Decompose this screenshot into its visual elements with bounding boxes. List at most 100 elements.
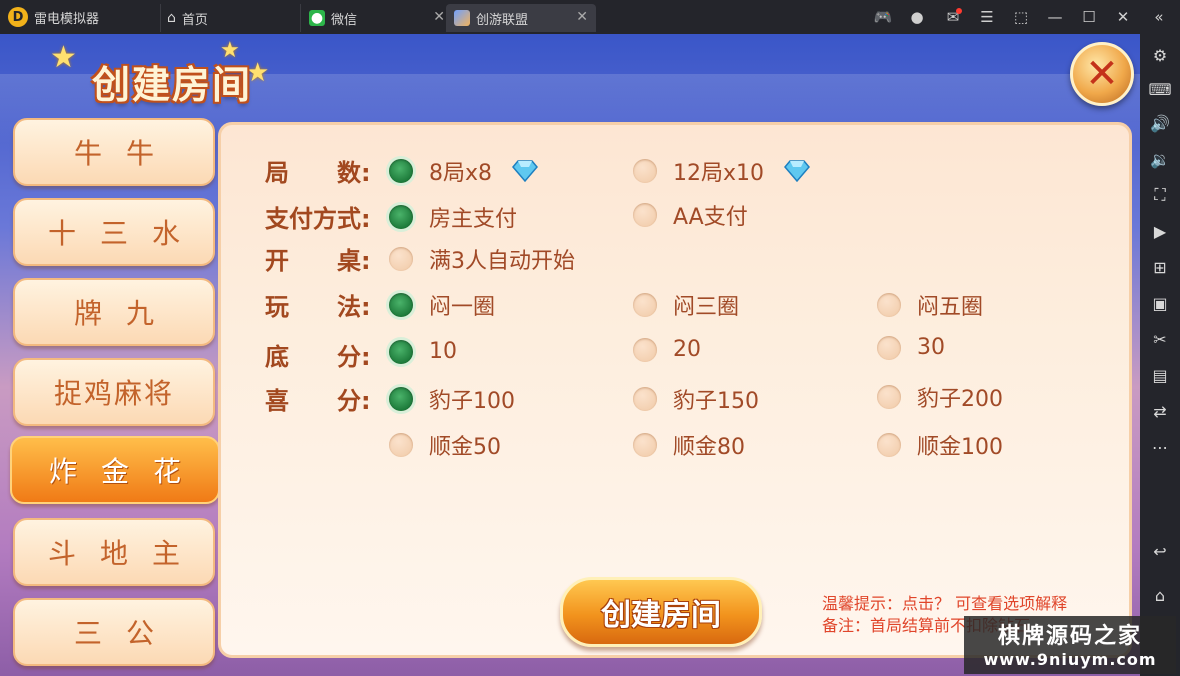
- option-baozi-200[interactable]: 豹子200: [877, 381, 1003, 413]
- radio-unselected: [633, 203, 657, 227]
- radio-unselected: [877, 433, 901, 457]
- emulator-sidebar: ⚙ ⌨ 🔊 🔉 ⛶ ▶ ⊞ ▣ ✂ ▤ ⇄ ⋯ ↩ ⌂: [1140, 34, 1180, 676]
- option-label: 顺金100: [917, 435, 1003, 460]
- multi-instance-icon[interactable]: ⊞: [1140, 250, 1180, 284]
- option-shunjin-80[interactable]: 顺金80: [633, 429, 745, 461]
- hint-text: 温馨提示：点击？ 可查看选项解释: [822, 594, 1068, 613]
- option-auto-start[interactable]: 满3人自动开始: [389, 243, 575, 275]
- account-icon[interactable]: ●: [900, 0, 934, 34]
- option-label: 豹子100: [429, 389, 515, 414]
- diamond-icon: [784, 160, 810, 182]
- tab-wechat[interactable]: ● 微信 ✕: [300, 4, 453, 32]
- wechat-icon: ●: [309, 10, 325, 26]
- volume-down-icon[interactable]: 🔉: [1140, 142, 1180, 176]
- category-sangong[interactable]: 三公: [13, 598, 215, 666]
- option-baozi-100[interactable]: 豹子100: [389, 383, 515, 415]
- radio-selected: [389, 339, 413, 364]
- fullscreen-icon[interactable]: ⛶: [1140, 178, 1180, 212]
- radio-selected: [389, 293, 413, 317]
- category-zhajinhua[interactable]: 炸金花: [10, 436, 232, 504]
- close-tab-icon[interactable]: ✕: [433, 9, 445, 25]
- category-label: 捉鸡麻将: [53, 377, 174, 410]
- option-label: 豹子200: [917, 387, 1003, 412]
- close-x-icon: ✕: [1085, 51, 1119, 97]
- radio-unselected: [877, 293, 901, 317]
- category-zhuoji-mahjong[interactable]: 捉鸡麻将: [13, 358, 215, 426]
- scissors-icon[interactable]: ✂: [1140, 322, 1180, 356]
- category-label: 斗地主: [47, 537, 204, 570]
- option-label: 8局x8: [429, 161, 493, 186]
- radio-unselected: [389, 433, 413, 457]
- option-baozi-150[interactable]: 豹子150: [633, 383, 759, 415]
- game-screen: ★ ★ ★ ★ 创建房间 ✕ 牛牛 十三水 牌九 捉鸡麻将 炸金花 斗地主 三公…: [0, 34, 1140, 676]
- category-niuniu[interactable]: 牛牛: [13, 118, 215, 186]
- tab-wechat-label: 微信: [331, 12, 358, 28]
- mail-icon[interactable]: ✉: [936, 0, 970, 34]
- option-payment-aa[interactable]: AA支付: [633, 199, 748, 231]
- option-label: 房主支付: [429, 207, 518, 232]
- apk-install-icon[interactable]: ▣: [1140, 286, 1180, 320]
- watermark: 棋牌源码之家 www.9niuym.com: [964, 616, 1176, 674]
- close-dialog-button[interactable]: ✕: [1070, 42, 1134, 106]
- radio-unselected: [633, 293, 657, 317]
- category-shisanshui[interactable]: 十三水: [13, 198, 215, 266]
- settings-icon[interactable]: ⚙: [1140, 38, 1180, 72]
- option-base-30[interactable]: 30: [877, 335, 945, 360]
- create-room-button[interactable]: 创建房间: [560, 577, 762, 647]
- notification-dot: [956, 8, 962, 14]
- option-base-20[interactable]: 20: [633, 337, 701, 362]
- sync-icon[interactable]: ⇄: [1140, 394, 1180, 428]
- label-rounds: 局 数:: [265, 159, 371, 187]
- title-banner: ★ ★ ★ ★ 创建房间: [20, 38, 300, 124]
- video-icon[interactable]: ▤: [1140, 358, 1180, 392]
- radio-unselected: [633, 387, 657, 411]
- option-label: 顺金80: [673, 435, 745, 460]
- category-paijiu[interactable]: 牌九: [13, 278, 215, 346]
- option-shunjin-100[interactable]: 顺金100: [877, 429, 1003, 461]
- back-icon[interactable]: ↩: [1140, 534, 1180, 568]
- minimize-icon[interactable]: —: [1038, 0, 1072, 34]
- screenshot-icon[interactable]: ⬚: [1004, 0, 1038, 34]
- option-label: 20: [673, 337, 701, 362]
- option-label: 闷一圈: [429, 295, 496, 320]
- option-shunjin-50[interactable]: 顺金50: [389, 429, 501, 461]
- radio-selected: [389, 205, 413, 229]
- tab-home[interactable]: ⌂ 首页: [160, 4, 303, 32]
- record-icon[interactable]: ▶: [1140, 214, 1180, 248]
- option-payment-owner[interactable]: 房主支付: [389, 201, 517, 233]
- star-icon: ★: [50, 40, 77, 75]
- radio-unselected: [389, 247, 413, 271]
- option-label: 顺金50: [429, 435, 501, 460]
- option-rounds-12[interactable]: 12局x10: [633, 155, 810, 187]
- home-nav-icon[interactable]: ⌂: [1140, 578, 1180, 612]
- option-play-3[interactable]: 闷三圈: [633, 289, 739, 321]
- close-tab-icon[interactable]: ✕: [576, 9, 588, 25]
- tab-game[interactable]: 创游联盟 ✕: [446, 4, 596, 32]
- category-doudizhu[interactable]: 斗地主: [13, 518, 215, 586]
- option-label: AA支付: [673, 205, 748, 230]
- option-rounds-8[interactable]: 8局x8: [389, 155, 538, 187]
- watermark-url: www.9niuym.com: [983, 650, 1157, 669]
- radio-unselected: [877, 385, 901, 409]
- option-base-10[interactable]: 10: [389, 339, 457, 364]
- keyboard-icon[interactable]: ⌨: [1140, 72, 1180, 106]
- watermark-title: 棋牌源码之家: [997, 624, 1142, 649]
- category-label: 炸金花: [48, 455, 205, 488]
- more-icon[interactable]: ⋯: [1140, 430, 1180, 464]
- option-label: 豹子150: [673, 389, 759, 414]
- emulator-app-name: 雷电模拟器: [34, 11, 100, 27]
- tab-home-label: 首页: [181, 12, 208, 28]
- category-label: 十三水: [47, 217, 204, 250]
- option-play-1[interactable]: 闷一圈: [389, 289, 495, 321]
- emulator-brand: D 雷电模拟器: [8, 0, 99, 34]
- collapse-sidebar-icon[interactable]: «: [1142, 0, 1176, 34]
- option-play-5[interactable]: 闷五圈: [877, 289, 983, 321]
- category-label: 牌九: [73, 297, 178, 330]
- gamepad-icon[interactable]: 🎮: [866, 0, 900, 34]
- radio-selected: [389, 159, 413, 183]
- close-window-icon[interactable]: ✕: [1106, 0, 1140, 34]
- volume-up-icon[interactable]: 🔊: [1140, 106, 1180, 140]
- maximize-icon[interactable]: ☐: [1072, 0, 1106, 34]
- menu-icon[interactable]: ☰: [970, 0, 1004, 34]
- category-label: 三公: [73, 617, 178, 650]
